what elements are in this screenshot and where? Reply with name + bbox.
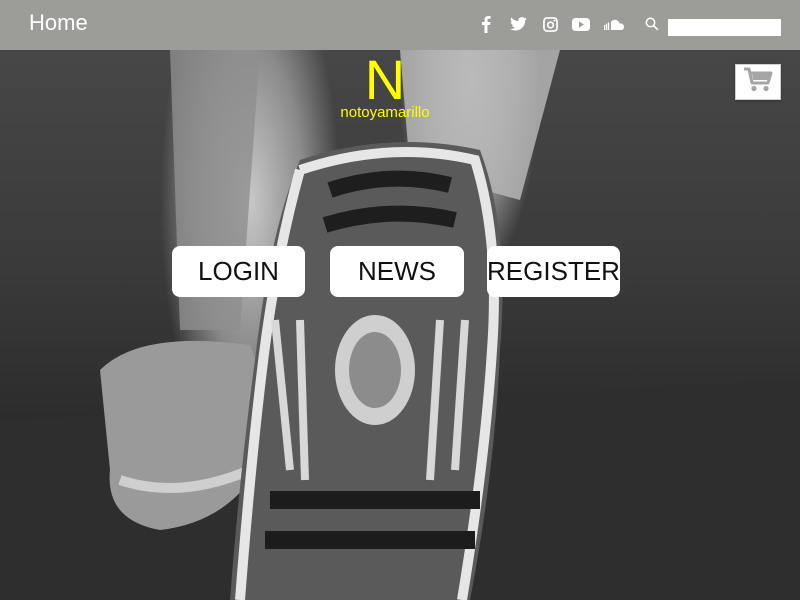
news-button[interactable]: NEWS: [330, 246, 464, 297]
login-button[interactable]: LOGIN: [172, 246, 305, 297]
logo-letter: N: [364, 48, 406, 111]
shopping-cart-button[interactable]: [735, 64, 781, 100]
instagram-icon[interactable]: [541, 12, 559, 36]
register-button[interactable]: REGISTER: [487, 246, 620, 297]
logo-brand-name: notoyamarillo: [340, 104, 430, 121]
search-icon[interactable]: [645, 17, 659, 36]
facebook-icon[interactable]: [478, 12, 494, 36]
top-navigation-bar: Home: [0, 0, 800, 50]
brand-logo[interactable]: N notoyamarillo: [330, 48, 440, 121]
shopping-cart-icon: [743, 67, 773, 98]
home-link[interactable]: Home: [29, 10, 88, 36]
search-input[interactable]: [668, 19, 781, 36]
youtube-icon[interactable]: [571, 12, 591, 36]
twitter-icon[interactable]: [508, 12, 528, 36]
soundcloud-icon[interactable]: [602, 12, 626, 36]
